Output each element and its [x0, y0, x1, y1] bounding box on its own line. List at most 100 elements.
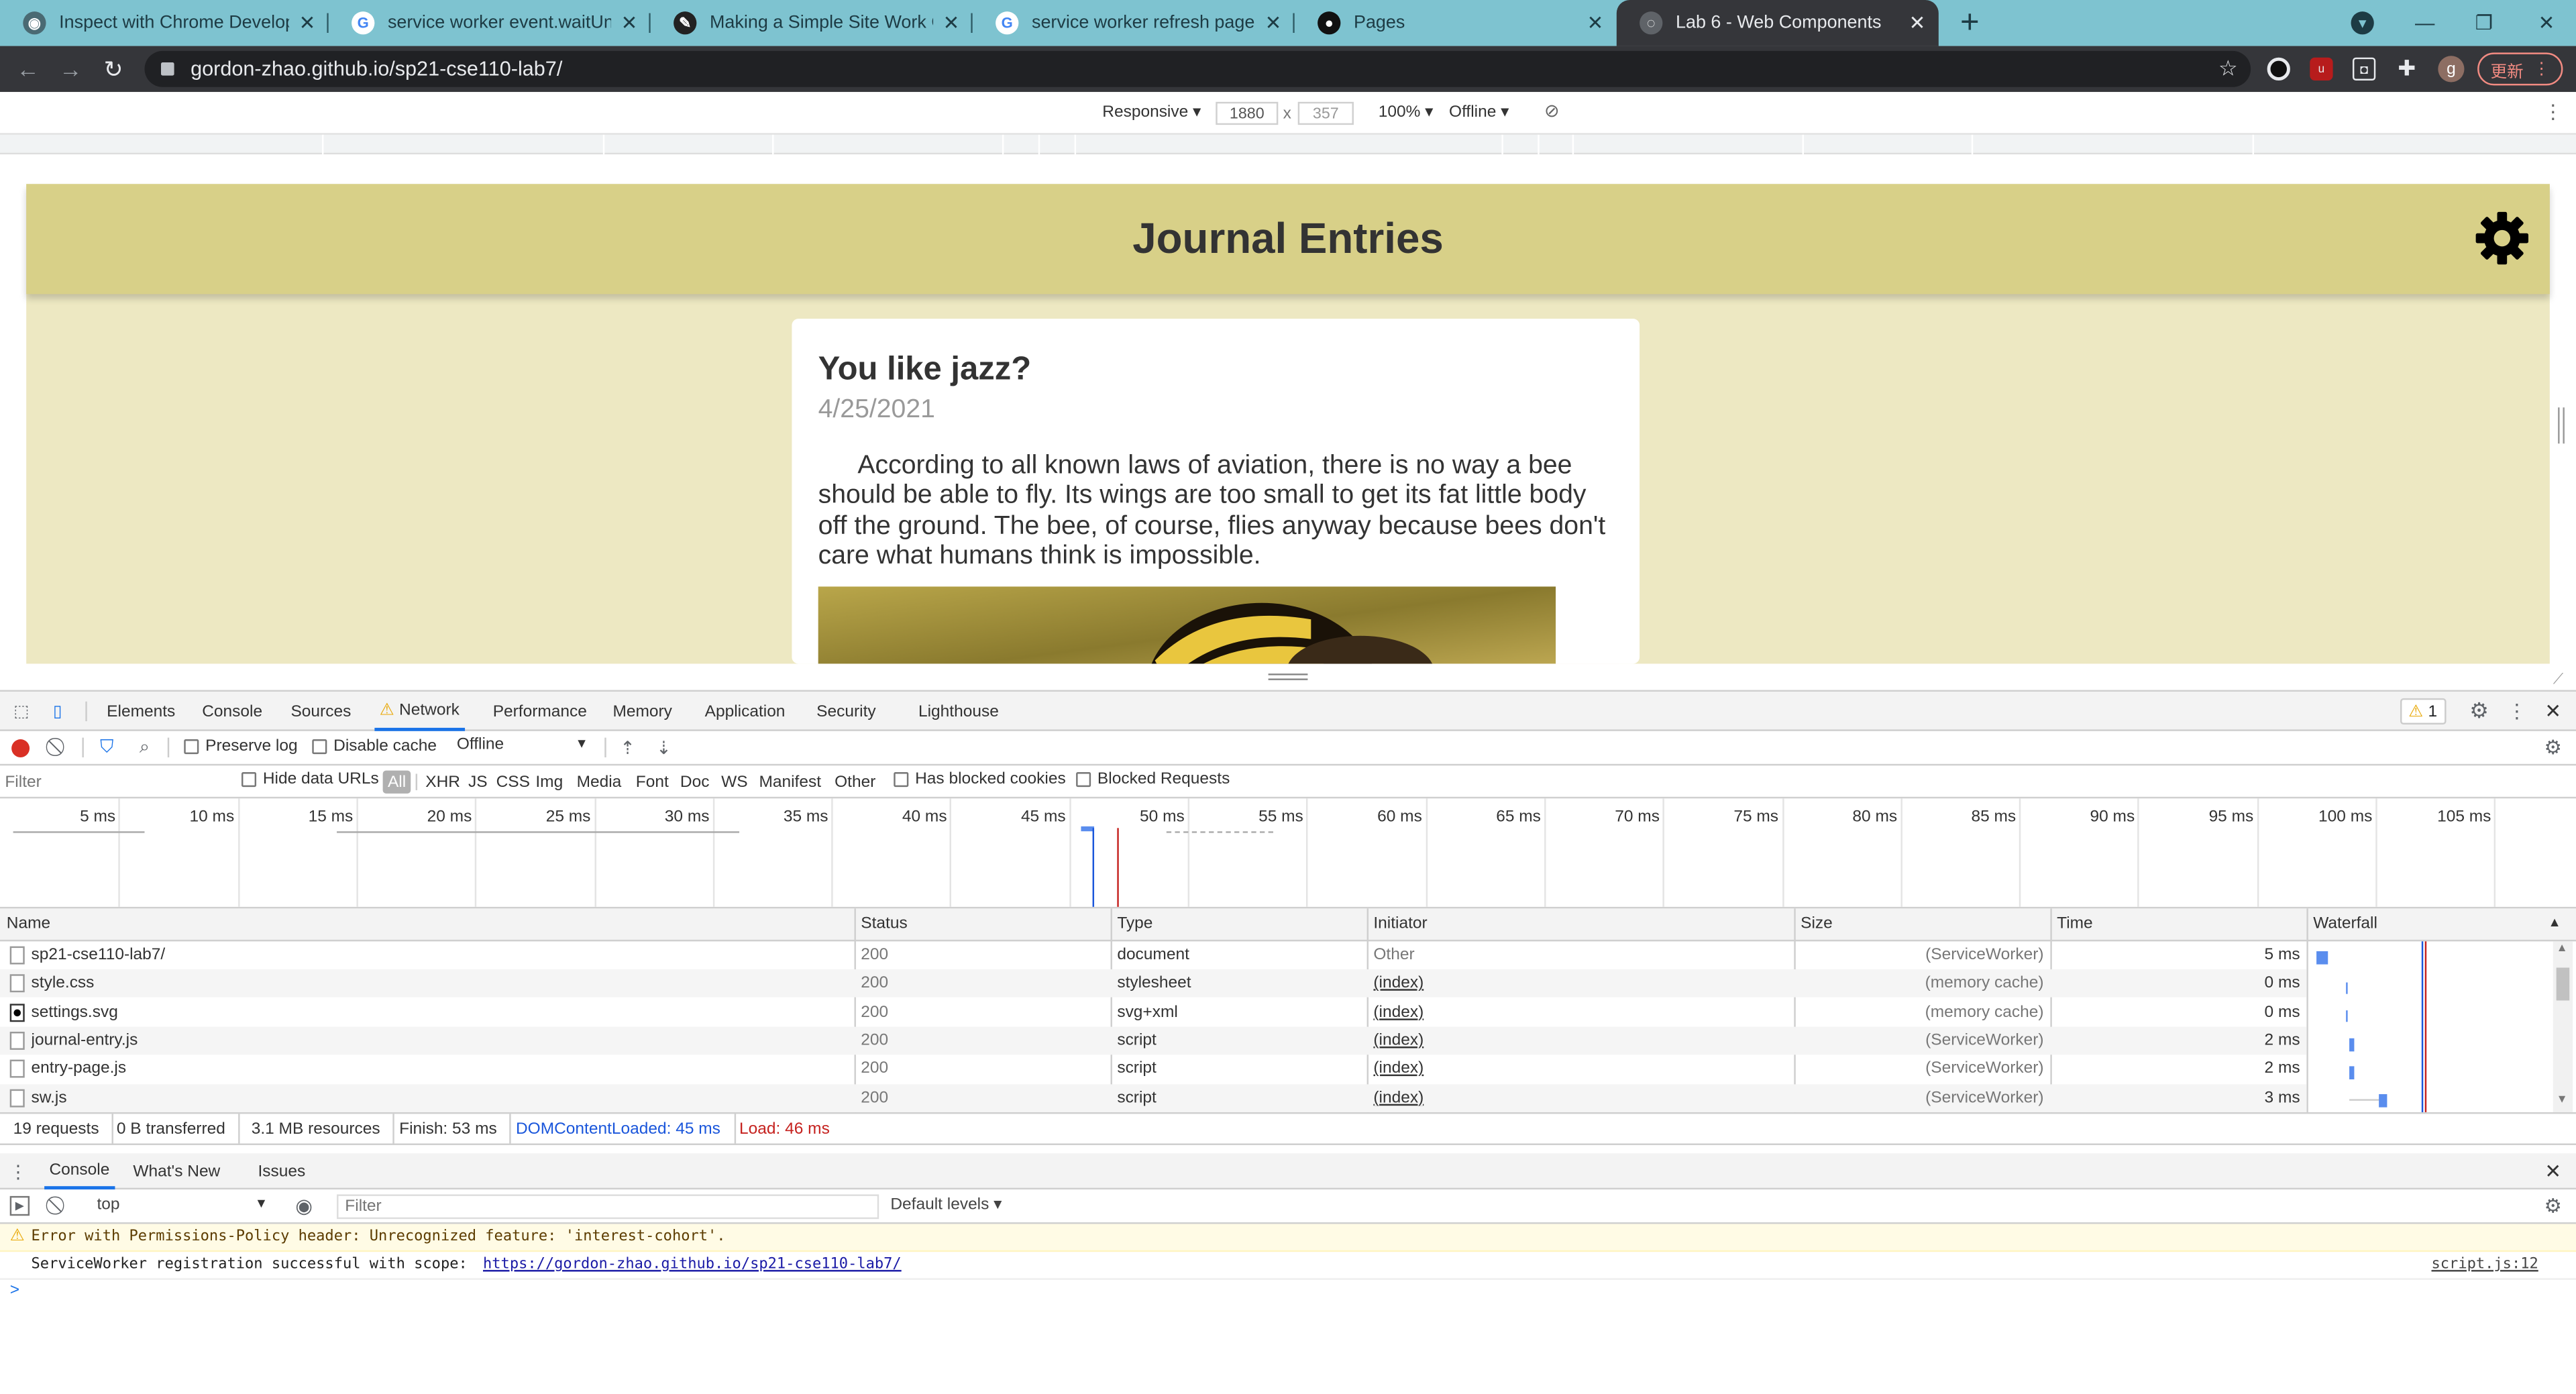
column-header-status[interactable]: Status — [861, 915, 907, 933]
filter-icon[interactable]: ⛉ — [97, 737, 116, 757]
column-header-time[interactable]: Time — [2057, 915, 2093, 933]
update-button[interactable]: 更新 ⋮ — [2477, 52, 2563, 86]
tab-security[interactable]: Security — [816, 692, 875, 731]
cell-initiator[interactable]: (index) — [1373, 1083, 1424, 1112]
import-har-icon[interactable]: ⇡ — [618, 738, 637, 758]
preserve-log-checkbox[interactable]: Preserve log — [184, 738, 298, 756]
puzzle-icon[interactable]: ✚ — [2396, 56, 2418, 81]
avatar[interactable]: g — [2438, 56, 2465, 83]
settings-gear-icon[interactable]: ⚙ — [2467, 698, 2490, 725]
cell-initiator[interactable]: (index) — [1373, 1055, 1424, 1083]
tab-search-icon[interactable]: ▼ — [2333, 0, 2392, 46]
clear-console-icon[interactable]: ⃠ — [49, 1196, 68, 1216]
console-message-text[interactable]: Error with Permissions-Policy header: Un… — [32, 1229, 726, 1245]
console-prompt[interactable]: > — [10, 1281, 19, 1299]
column-header-waterfall[interactable]: Waterfall — [2313, 915, 2377, 933]
column-header-initiator[interactable]: Initiator — [1373, 915, 1427, 933]
browser-tab[interactable]: G service worker event.waitUntil ✕ — [329, 0, 651, 46]
filter-type-ws[interactable]: WS — [716, 771, 753, 794]
column-header-size[interactable]: Size — [1801, 915, 1833, 933]
back-icon[interactable]: ← — [13, 54, 43, 84]
ublock-icon[interactable]: u — [2310, 57, 2333, 81]
log-levels-select[interactable]: Default levels ▾ — [890, 1196, 1002, 1214]
browser-tab[interactable]: ● Pages ✕ — [1295, 0, 1617, 46]
device-mode-select[interactable]: Responsive ▾ — [1102, 103, 1201, 121]
reload-icon[interactable]: ↻ — [99, 54, 128, 84]
browser-tab-active[interactable]: ◌ Lab 6 - Web Components ✕ — [1616, 0, 1939, 46]
viewport-height-input[interactable]: 357 — [1297, 101, 1354, 125]
tab-memory[interactable]: Memory — [612, 692, 672, 731]
console-settings-icon[interactable]: ⚙ — [2543, 1194, 2563, 1217]
column-header-name[interactable]: Name — [7, 915, 50, 933]
media-query-bar[interactable] — [0, 134, 2576, 155]
console-filter-input[interactable] — [337, 1194, 879, 1220]
browser-tab[interactable]: ◉ Inspect with Chrome Develope ✕ — [0, 0, 329, 46]
cell-initiator[interactable]: (index) — [1373, 1026, 1424, 1055]
more-options-icon[interactable]: ⋮ — [2507, 698, 2526, 725]
filter-type-css[interactable]: CSS — [491, 771, 535, 794]
filter-type-img[interactable]: Img — [531, 771, 568, 794]
browser-tab[interactable]: G service worker refresh page - ( ✕ — [973, 0, 1295, 46]
cell-initiator[interactable]: (index) — [1373, 970, 1424, 998]
export-har-icon[interactable]: ⇣ — [654, 738, 674, 758]
filter-type-font[interactable]: Font — [631, 771, 674, 794]
tab-network[interactable]: ⚠ Network — [374, 692, 465, 731]
console-message-text[interactable]: ServiceWorker registration successful wi… — [32, 1256, 468, 1273]
disable-cache-checkbox[interactable]: Disable cache — [312, 738, 437, 756]
search-icon[interactable]: ⌕ — [135, 737, 154, 757]
drawer-menu-icon[interactable]: ⋮ — [9, 1161, 27, 1182]
record-icon[interactable] — [11, 739, 30, 757]
close-tab-icon[interactable]: ✕ — [299, 11, 316, 34]
forward-icon[interactable]: → — [56, 54, 85, 84]
tab-elements[interactable]: Elements — [107, 692, 175, 731]
table-row[interactable]: sp21-cse110-lab7/200 document Other (Servic… — [0, 941, 2306, 969]
filter-type-js[interactable]: JS — [464, 771, 492, 794]
tab-application[interactable]: Application — [705, 692, 786, 731]
tab-console[interactable]: Console — [202, 692, 262, 731]
tab-performance[interactable]: Performance — [493, 692, 587, 731]
filter-type-all[interactable]: All — [382, 770, 411, 794]
table-row[interactable]: journal-entry.js 200 script (index) (Service… — [0, 1026, 2307, 1055]
filter-type-media[interactable]: Media — [572, 771, 626, 794]
context-select[interactable]: top ▼ — [91, 1194, 271, 1217]
close-window-icon[interactable]: ✕ — [2517, 0, 2576, 46]
extension-icon[interactable]: ◘ — [2352, 57, 2376, 81]
close-tab-icon[interactable]: ✕ — [943, 11, 960, 34]
corner-resize-icon[interactable]: ⟋ — [2553, 670, 2563, 688]
inspect-element-icon[interactable]: ⬚ — [10, 700, 33, 722]
resize-handle[interactable] — [1268, 674, 1308, 682]
sidebar-toggle-icon[interactable]: ▶ — [9, 1195, 30, 1216]
drawer-tab-whats-new[interactable]: What's New — [133, 1153, 220, 1189]
network-settings-icon[interactable]: ⚙ — [2543, 736, 2563, 759]
close-tab-icon[interactable]: ✕ — [1587, 11, 1604, 34]
has-blocked-cookies-checkbox[interactable]: Has blocked cookies — [894, 771, 1066, 789]
network-overview-timeline[interactable]: 5 ms 10 ms 15 ms 20 ms 25 ms 30 ms 35 ms 40 ms 4… — [0, 798, 2576, 909]
extension-icon[interactable] — [2267, 57, 2290, 81]
table-row[interactable]: settings.svg 200 svg+xml (index) (memory cac… — [0, 998, 2306, 1026]
tab-lighthouse[interactable]: Lighthouse — [918, 692, 999, 731]
close-drawer-icon[interactable]: ✕ — [2542, 1160, 2565, 1183]
hide-data-urls-checkbox[interactable]: Hide data URLs — [241, 771, 379, 789]
bookmark-star-icon[interactable]: ☆ — [2218, 56, 2238, 82]
network-filter-input[interactable] — [5, 770, 222, 794]
throttle-select[interactable]: Offline ▾ — [1449, 103, 1509, 121]
network-throttle-select[interactable]: Offline ▼ — [457, 736, 592, 759]
drawer-tab-console[interactable]: Console — [44, 1153, 115, 1190]
restore-icon[interactable]: ❐ — [2455, 0, 2514, 46]
table-row[interactable]: sw.js 200 script (index) (ServiceWorker) 3 ms — [0, 1083, 2307, 1112]
console-message-link[interactable]: https://gordon-zhao.github.io/sp21-cse11… — [483, 1256, 902, 1273]
column-header-type[interactable]: Type — [1117, 915, 1152, 933]
zoom-select[interactable]: 100% ▾ — [1379, 103, 1434, 121]
address-bar[interactable]: gordon-zhao.github.io/sp21-cse110-lab7/ … — [144, 50, 2251, 87]
journal-entry-card[interactable]: You like jazz? 4/25/2021 According to al… — [792, 319, 1640, 664]
blocked-requests-checkbox[interactable]: Blocked Requests — [1076, 771, 1230, 789]
tab-sources[interactable]: Sources — [290, 692, 351, 731]
settings-gear-icon[interactable] — [2474, 210, 2530, 266]
more-options-icon[interactable]: ⋮ — [2543, 100, 2563, 123]
side-resize-grip[interactable] — [2558, 407, 2565, 444]
eye-icon[interactable]: ◉ — [292, 1194, 315, 1217]
minimize-icon[interactable]: — — [2396, 0, 2455, 46]
close-tab-icon[interactable]: ✕ — [621, 11, 638, 34]
browser-tab[interactable]: ✎ Making a Simple Site Work O ✕ — [651, 0, 973, 46]
rotate-icon[interactable]: ⊘ — [1544, 100, 1560, 121]
